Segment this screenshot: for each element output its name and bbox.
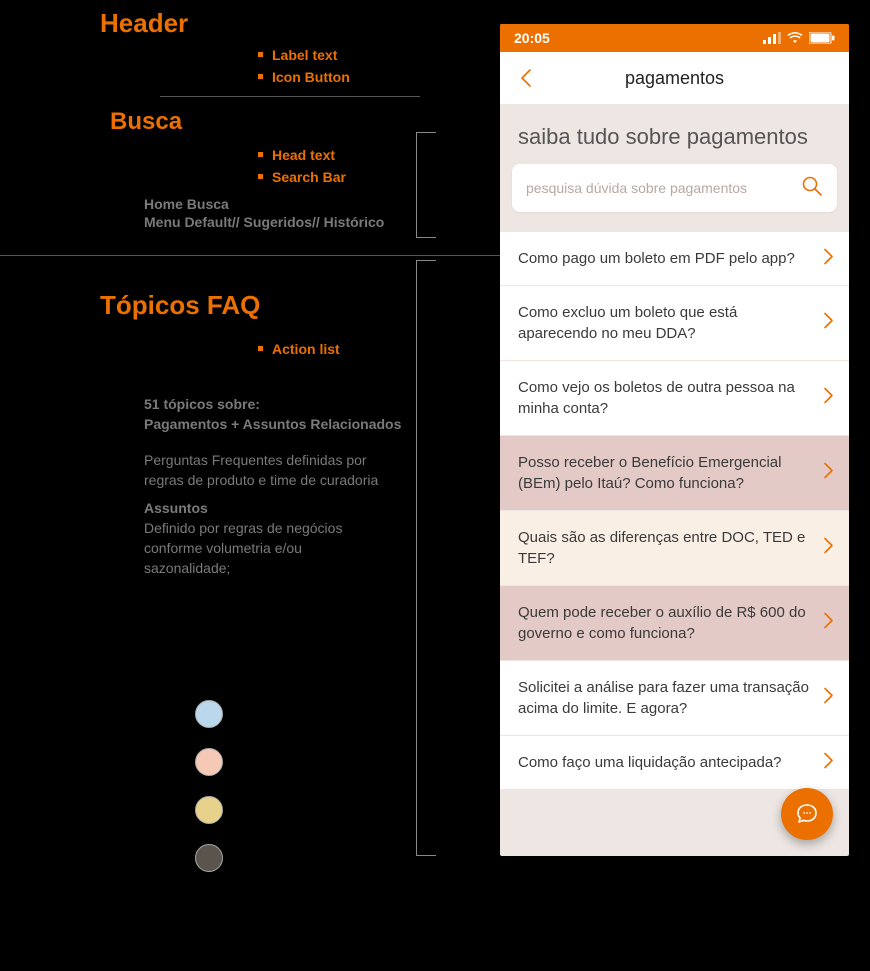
faq-list: Como pago um boleto em PDF pelo app? Como… [500, 232, 849, 790]
chevron-right-icon [823, 687, 835, 710]
divider-full [0, 255, 500, 256]
chevron-right-icon [823, 462, 835, 485]
faq-item[interactable]: Como excluo um boleto que está aparecend… [500, 286, 849, 361]
topicos-b3-l2: Definido por regras de negócios [144, 518, 342, 538]
faq-item-text: Quem pode receber o auxílio de R$ 600 do… [518, 602, 809, 644]
hero-title: saiba tudo sobre pagamentos [518, 124, 831, 150]
phone-mockup: 20:05 pagamentos saiba tudo sobre pagame… [500, 24, 849, 856]
chevron-right-icon [823, 387, 835, 410]
chevron-right-icon [823, 247, 835, 270]
bullet-icon-button: Icon Button [272, 66, 350, 88]
bullet-label-text: Label text [272, 44, 350, 66]
back-button[interactable] [514, 66, 538, 90]
hero: saiba tudo sobre pagamentos [500, 104, 849, 164]
chat-fab[interactable] [781, 788, 833, 840]
swatch-2 [195, 748, 223, 776]
topicos-b2-l2: regras de produto e time de curadoria [144, 470, 378, 490]
bracket-busca [416, 132, 436, 238]
status-time: 20:05 [514, 30, 550, 46]
nav-title: pagamentos [500, 68, 849, 89]
topicos-b1-l2: Pagamentos + Assuntos Relacionados [144, 414, 401, 434]
signal-icon [763, 32, 781, 44]
faq-item[interactable]: Quem pode receber o auxílio de R$ 600 do… [500, 586, 849, 661]
faq-item-text: Como faço uma liquidação antecipada? [518, 752, 809, 773]
busca-note-line2: Menu Default// Sugeridos// Histórico [144, 212, 384, 232]
busca-note-line1: Home Busca [144, 194, 229, 214]
topicos-b3-l4: sazonalidade; [144, 558, 342, 578]
faq-item-text: Como pago um boleto em PDF pelo app? [518, 248, 809, 269]
topicos-b3-l3: conforme volumetria e/ou [144, 538, 342, 558]
bullet-search-bar: Search Bar [272, 166, 346, 188]
battery-icon [809, 32, 835, 44]
faq-item-text: Como excluo um boleto que está aparecend… [518, 302, 809, 344]
divider [160, 96, 420, 97]
swatch-1 [195, 700, 223, 728]
color-swatches [195, 700, 223, 872]
search-icon[interactable] [801, 175, 823, 202]
topicos-b3-l1: Assuntos [144, 498, 342, 518]
bullet-action-list: Action list [272, 338, 340, 360]
section-header-title: Header [100, 8, 188, 39]
faq-item[interactable]: Posso receber o Benefício Emergencial (B… [500, 436, 849, 511]
faq-item-text: Quais são as diferenças entre DOC, TED e… [518, 527, 809, 569]
docs-panel: Header Label text Icon Button Busca Head… [0, 0, 500, 971]
chevron-left-icon [519, 68, 533, 88]
bracket-faq [416, 260, 436, 856]
search-card[interactable] [512, 164, 837, 212]
chat-icon [794, 801, 820, 827]
section-busca-title: Busca [110, 108, 182, 136]
chevron-right-icon [823, 537, 835, 560]
faq-item[interactable]: Como vejo os boletos de outra pessoa na … [500, 361, 849, 436]
topicos-b2-l1: Perguntas Frequentes definidas por [144, 450, 378, 470]
nav-bar: pagamentos [500, 52, 849, 104]
faq-item[interactable]: Solicitei a análise para fazer uma trans… [500, 661, 849, 736]
search-input[interactable] [526, 180, 801, 196]
wifi-icon [787, 32, 803, 44]
faq-item-text: Posso receber o Benefício Emergencial (B… [518, 452, 809, 494]
chevron-right-icon [823, 312, 835, 335]
faq-item[interactable]: Como pago um boleto em PDF pelo app? [500, 232, 849, 286]
bullet-head-text: Head text [272, 144, 346, 166]
swatch-3 [195, 796, 223, 824]
topicos-b1-l1: 51 tópicos sobre: [144, 394, 401, 414]
header-bullets: Label text Icon Button [258, 44, 350, 88]
section-topicos-title: Tópicos FAQ [100, 290, 260, 321]
faq-item[interactable]: Como faço uma liquidação antecipada? [500, 736, 849, 790]
faq-item[interactable]: Quais são as diferenças entre DOC, TED e… [500, 511, 849, 586]
chevron-right-icon [823, 612, 835, 635]
swatch-4 [195, 844, 223, 872]
status-bar: 20:05 [500, 24, 849, 52]
status-icons [763, 32, 835, 44]
faq-item-text: Como vejo os boletos de outra pessoa na … [518, 377, 809, 419]
topicos-bullets: Action list [258, 338, 340, 360]
faq-item-text: Solicitei a análise para fazer uma trans… [518, 677, 809, 719]
chevron-right-icon [823, 751, 835, 774]
busca-bullets: Head text Search Bar [258, 144, 346, 188]
